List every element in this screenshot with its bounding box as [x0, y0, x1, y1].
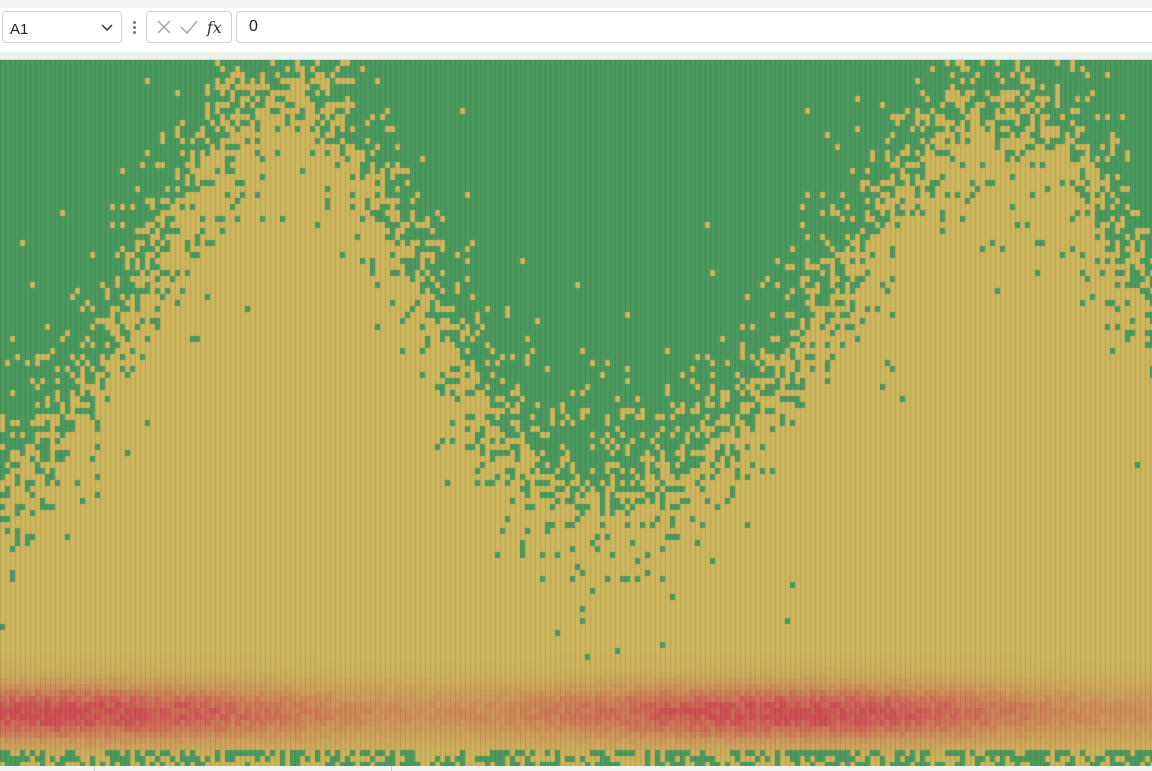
- formula-actions: fx: [146, 11, 232, 43]
- formula-input[interactable]: 0: [236, 11, 1152, 43]
- enter-button[interactable]: [178, 16, 200, 38]
- chevron-down-icon[interactable]: [97, 17, 117, 37]
- conditional-format-heatmap: [0, 60, 1152, 766]
- name-box-value: A1: [10, 20, 29, 38]
- check-icon: [180, 20, 198, 35]
- sheet-grid[interactable]: [0, 60, 1152, 766]
- name-box[interactable]: A1: [2, 11, 122, 43]
- more-options-icon[interactable]: [126, 18, 142, 36]
- cancel-button[interactable]: [153, 16, 175, 38]
- formula-bar: A1 fx 0: [0, 0, 1152, 56]
- fx-icon: fx: [206, 17, 222, 37]
- sheet-divider: [391, 766, 392, 771]
- spreadsheet-app: A1 fx 0: [0, 0, 1152, 771]
- formula-input-value: 0: [249, 18, 258, 35]
- sheet-divider: [94, 766, 95, 771]
- horizontal-scrollbar[interactable]: [0, 766, 1152, 771]
- close-icon: [157, 20, 171, 34]
- column-header-strip: [0, 52, 1152, 60]
- insert-function-button[interactable]: fx: [203, 16, 225, 38]
